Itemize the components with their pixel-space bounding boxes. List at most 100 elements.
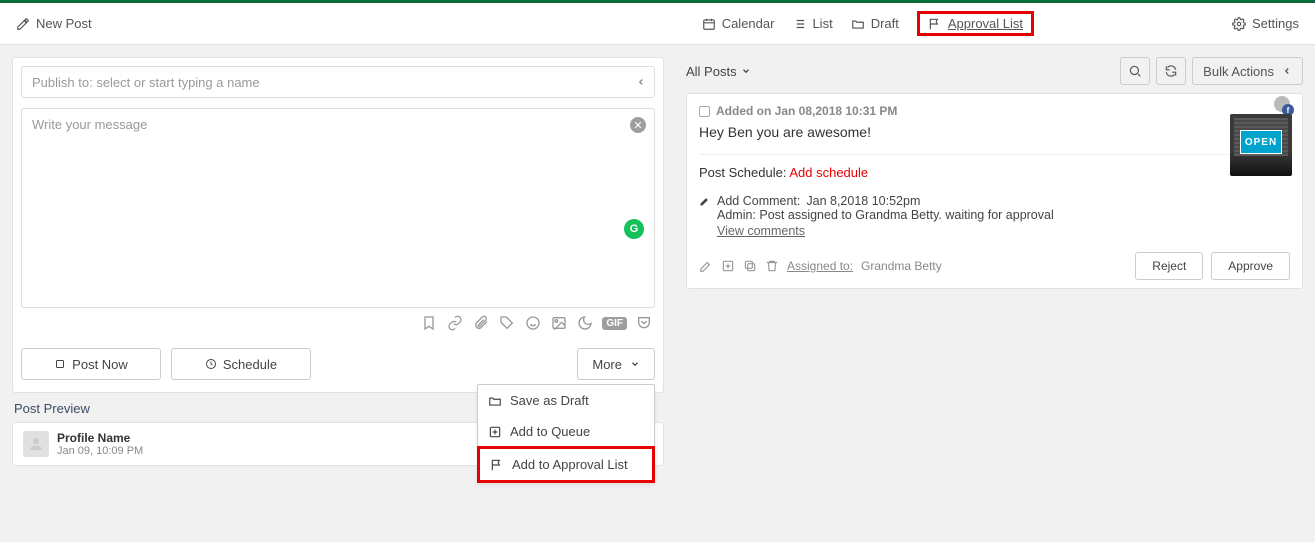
posts-header: All Posts Bulk Actions xyxy=(686,57,1303,93)
compose-toolbar: GIF xyxy=(13,308,663,340)
flag-icon xyxy=(928,17,942,31)
post-thumbnail[interactable]: OPEN xyxy=(1230,114,1292,176)
chevron-left-icon xyxy=(1282,66,1292,76)
right-column: All Posts Bulk Actions f xyxy=(676,45,1315,542)
gear-icon xyxy=(1232,17,1246,31)
comment-block: Add Comment: Jan 8,2018 10:52pm Admin: P… xyxy=(699,194,1290,238)
approve-label: Approve xyxy=(1228,259,1273,273)
post-checkbox[interactable] xyxy=(699,106,710,117)
square-icon xyxy=(54,358,66,370)
menu-add-queue-label: Add to Queue xyxy=(510,424,590,439)
image-icon[interactable] xyxy=(550,314,568,332)
top-nav: New Post Calendar List Draft Approval Li… xyxy=(0,3,1315,45)
clock-icon xyxy=(205,358,217,370)
tab-list[interactable]: List xyxy=(792,16,832,31)
bulk-actions-label: Bulk Actions xyxy=(1203,64,1274,79)
more-button[interactable]: More xyxy=(577,348,655,380)
grammarly-icon[interactable]: G xyxy=(624,219,644,239)
plus-square-icon xyxy=(488,425,502,439)
folder-open-icon xyxy=(488,394,502,408)
schedule-line: Post Schedule: Add schedule xyxy=(699,165,1290,180)
gif-icon[interactable]: GIF xyxy=(602,317,627,330)
schedule-label: Post Schedule: xyxy=(699,165,786,180)
calendar-icon xyxy=(702,17,716,31)
queue-post-icon[interactable] xyxy=(721,259,735,273)
pencil-icon xyxy=(699,195,711,207)
tab-draft-label: Draft xyxy=(871,16,899,31)
post-card: f Added on Jan 08,2018 10:31 PM Hey Ben … xyxy=(686,93,1303,289)
tab-calendar[interactable]: Calendar xyxy=(702,16,775,31)
tab-approval-list[interactable]: Approval List xyxy=(917,11,1034,36)
menu-save-draft[interactable]: Save as Draft xyxy=(478,385,654,416)
refresh-button[interactable] xyxy=(1156,57,1186,85)
schedule-label: Schedule xyxy=(223,357,277,372)
tab-draft[interactable]: Draft xyxy=(851,16,899,31)
comment-label: Add Comment: xyxy=(717,194,800,208)
post-now-label: Post Now xyxy=(72,357,128,372)
more-label: More xyxy=(592,357,622,372)
schedule-button[interactable]: Schedule xyxy=(171,348,311,380)
edit-post-icon[interactable] xyxy=(699,259,713,273)
copy-post-icon[interactable] xyxy=(743,259,757,273)
preview-date: Jan 09, 10:09 PM xyxy=(57,445,143,457)
emoji-icon[interactable] xyxy=(524,314,542,332)
card-footer: Assigned to: Grandma Betty Reject Approv… xyxy=(699,252,1290,280)
social-badge: f xyxy=(1274,96,1292,114)
delete-post-icon[interactable] xyxy=(765,259,779,273)
tab-list-label: List xyxy=(812,16,832,31)
more-dropdown: Save as Draft Add to Queue Add to Approv… xyxy=(477,384,655,483)
moon-icon[interactable] xyxy=(576,314,594,332)
bookmark-icon[interactable] xyxy=(420,314,438,332)
clear-icon[interactable]: ✕ xyxy=(630,117,646,133)
tab-settings-label: Settings xyxy=(1252,16,1299,31)
pocket-icon[interactable] xyxy=(635,314,653,332)
view-comments-link[interactable]: View comments xyxy=(717,224,805,238)
message-input[interactable]: Write your message ✕ G xyxy=(21,108,655,308)
tag-icon[interactable] xyxy=(498,314,516,332)
publish-placeholder: Publish to: select or start typing a nam… xyxy=(32,75,260,90)
add-schedule-link[interactable]: Add schedule xyxy=(789,165,868,180)
compose-actions: Post Now Schedule More Save as Draft xyxy=(13,340,663,388)
link-icon[interactable] xyxy=(446,314,464,332)
reject-label: Reject xyxy=(1152,259,1186,273)
post-body: Hey Ben you are awesome! xyxy=(699,124,1290,140)
attachment-icon[interactable] xyxy=(472,314,490,332)
avatar xyxy=(23,431,49,457)
assigned-to-value: Grandma Betty xyxy=(861,259,942,273)
chevron-down-icon xyxy=(741,66,751,76)
post-added-text: Added on Jan 08,2018 10:31 PM xyxy=(716,104,897,118)
all-posts-filter[interactable]: All Posts xyxy=(686,64,751,79)
chevron-left-icon xyxy=(636,75,646,90)
left-column: Publish to: select or start typing a nam… xyxy=(0,45,676,542)
divider xyxy=(699,154,1290,155)
comment-time: Jan 8,2018 10:52pm xyxy=(806,194,920,208)
preview-profile-name: Profile Name xyxy=(57,431,143,445)
assigned-to-label[interactable]: Assigned to: xyxy=(787,259,853,273)
publish-to-input[interactable]: Publish to: select or start typing a nam… xyxy=(21,66,655,98)
menu-add-approval-label: Add to Approval List xyxy=(512,457,628,472)
reject-button[interactable]: Reject xyxy=(1135,252,1203,280)
compose-panel: Publish to: select or start typing a nam… xyxy=(12,57,664,393)
approve-button[interactable]: Approve xyxy=(1211,252,1290,280)
search-button[interactable] xyxy=(1120,57,1150,85)
flag-icon xyxy=(490,458,504,472)
post-now-button[interactable]: Post Now xyxy=(21,348,161,380)
tab-settings[interactable]: Settings xyxy=(1232,16,1299,31)
new-post-button[interactable]: New Post xyxy=(16,16,92,31)
menu-add-queue[interactable]: Add to Queue xyxy=(478,416,654,447)
list-icon xyxy=(792,17,806,31)
menu-add-approval[interactable]: Add to Approval List xyxy=(477,446,655,483)
menu-save-draft-label: Save as Draft xyxy=(510,393,589,408)
chevron-down-icon xyxy=(630,359,640,369)
thumb-sign-text: OPEN xyxy=(1240,130,1282,154)
refresh-icon xyxy=(1164,64,1178,78)
new-post-label: New Post xyxy=(36,16,92,31)
edit-icon xyxy=(16,17,30,31)
all-posts-label: All Posts xyxy=(686,64,737,79)
tab-approval-label: Approval List xyxy=(948,16,1023,31)
search-icon xyxy=(1128,64,1142,78)
post-meta: Added on Jan 08,2018 10:31 PM xyxy=(699,104,1290,118)
bulk-actions-button[interactable]: Bulk Actions xyxy=(1192,57,1303,85)
main-content: Publish to: select or start typing a nam… xyxy=(0,45,1315,542)
folder-icon xyxy=(851,17,865,31)
